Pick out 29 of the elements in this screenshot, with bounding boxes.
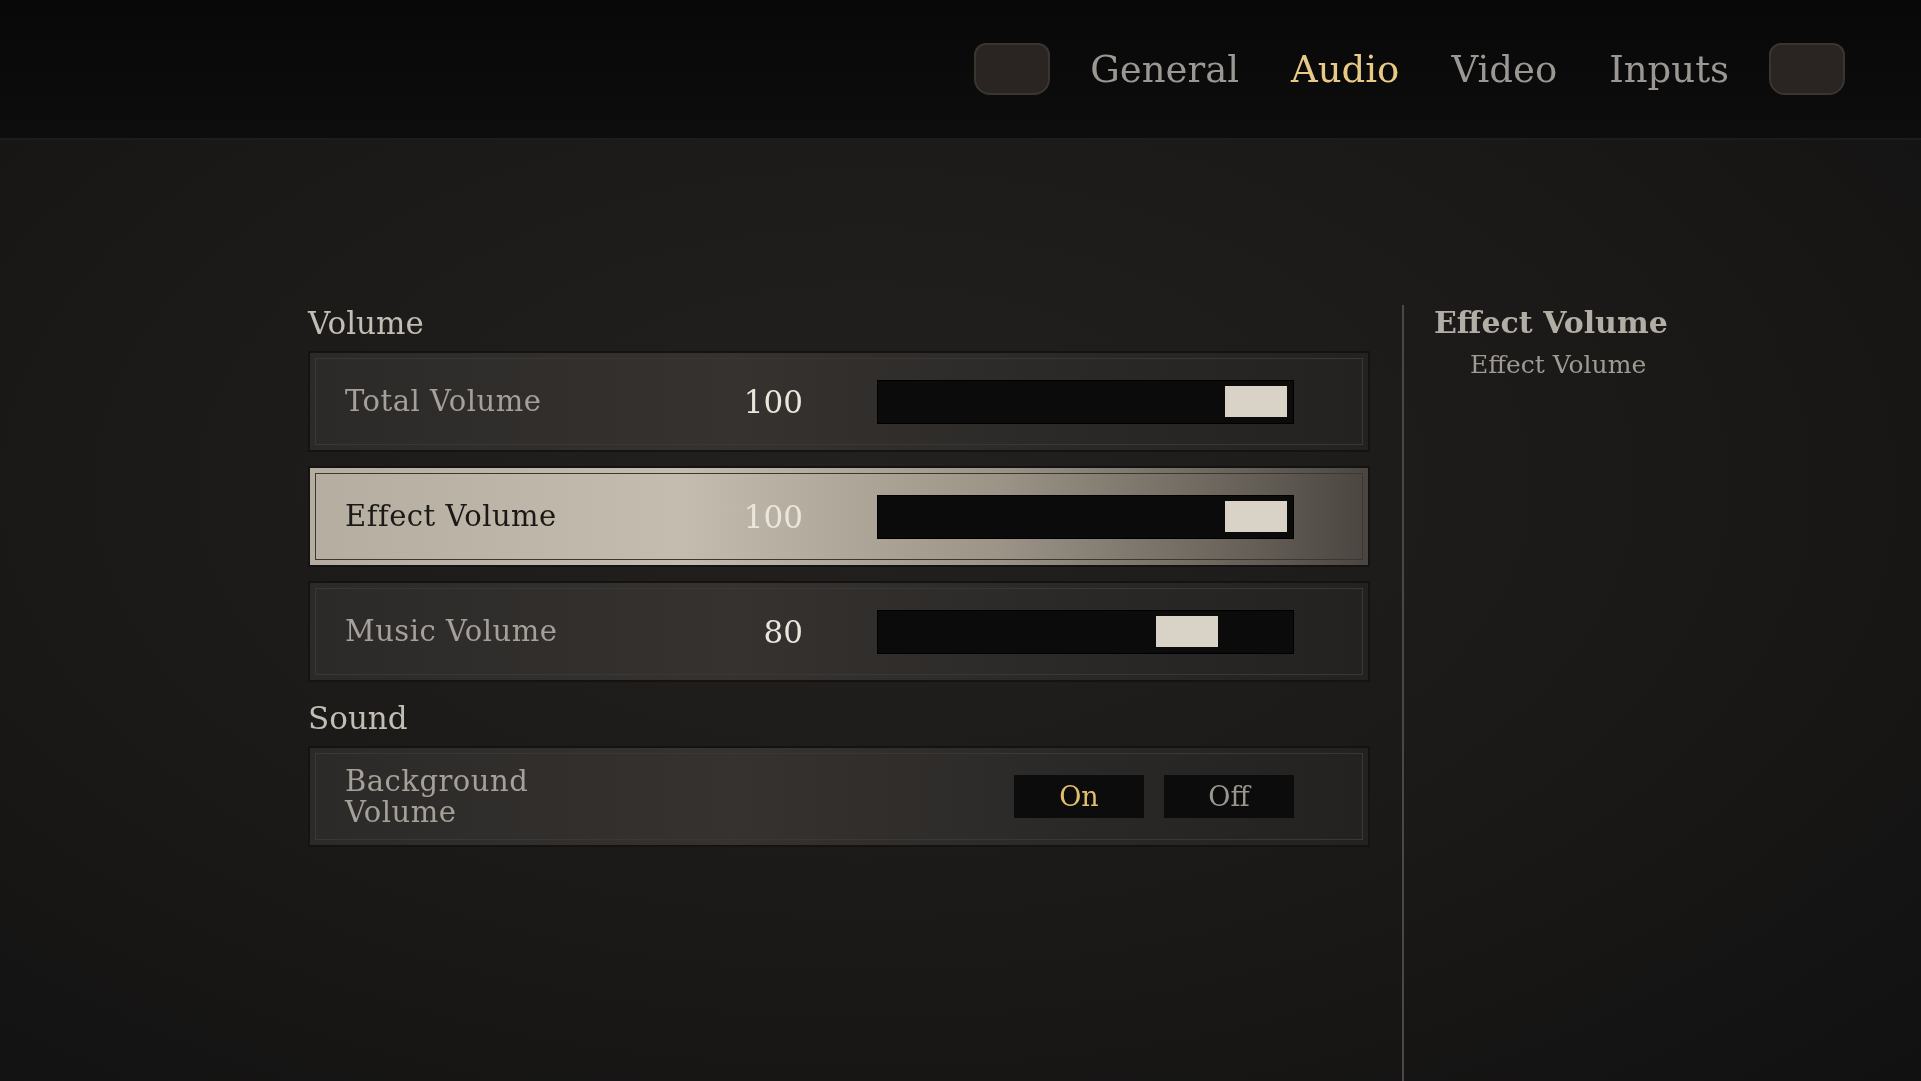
option-button[interactable]: Off [1164, 775, 1294, 818]
option-button[interactable]: On [1014, 775, 1144, 818]
setting-label: Background Volume [345, 766, 530, 827]
setting-value: 100 [742, 383, 803, 420]
slider-track[interactable] [877, 609, 1294, 654]
detail-title: Effect Volume [1434, 305, 1668, 340]
setting-row[interactable]: Music Volume 80 [308, 581, 1370, 682]
setting-label: Music Volume [345, 616, 559, 647]
setting-row[interactable]: Background Volume On Off [308, 746, 1370, 847]
setting-row[interactable]: Total Volume 100 [308, 351, 1370, 452]
setting-label: Total Volume [345, 386, 543, 417]
slider-thumb[interactable] [1225, 500, 1287, 532]
setting-value: 100 [742, 498, 803, 535]
tab[interactable]: Video [1425, 47, 1584, 91]
slider-track[interactable] [877, 379, 1294, 424]
slider-thumb[interactable] [1225, 385, 1287, 417]
detail-description: Effect Volume [1470, 350, 1648, 379]
slider-thumb[interactable] [1156, 615, 1219, 647]
shoulder-button-icon [1769, 43, 1845, 95]
tab[interactable]: Audio [1265, 47, 1426, 91]
shoulder-button-icon [974, 43, 1051, 95]
setting-label: Effect Volume [345, 501, 558, 532]
section-title: Sound [308, 700, 409, 736]
section-title: Volume [308, 305, 425, 341]
slider-track[interactable] [877, 494, 1294, 539]
setting-row[interactable]: Effect Volume 100 [308, 466, 1370, 567]
tab[interactable]: General [1064, 47, 1266, 91]
setting-value: 80 [762, 613, 803, 650]
tab[interactable]: Inputs [1583, 47, 1755, 91]
